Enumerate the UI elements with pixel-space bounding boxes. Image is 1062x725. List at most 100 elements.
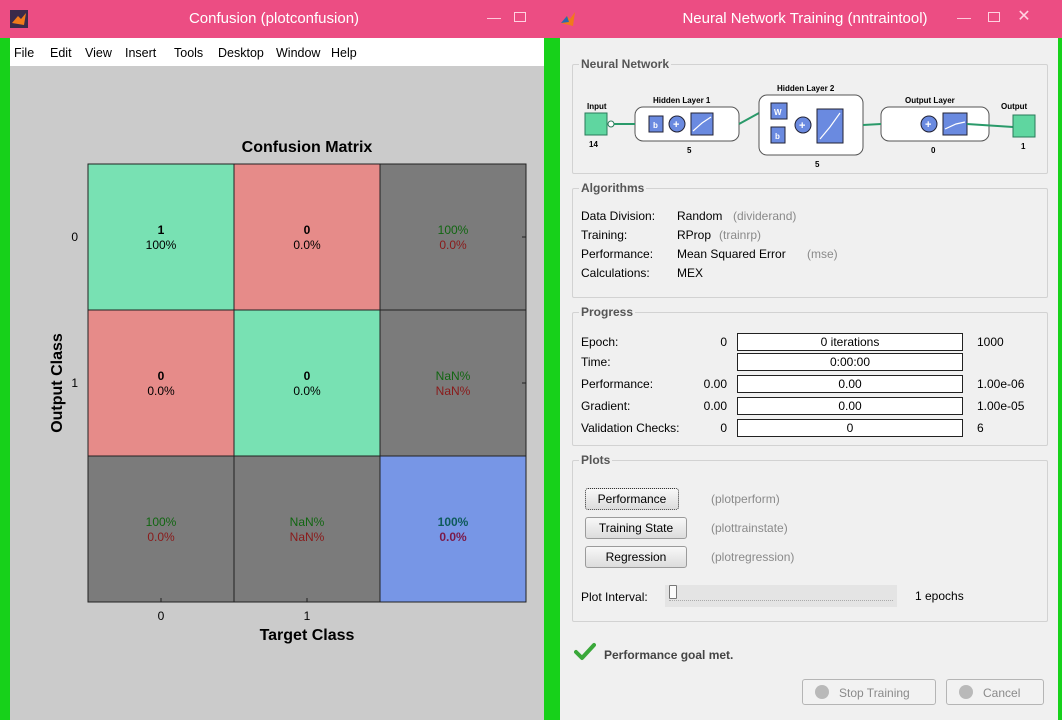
output-box	[1012, 114, 1036, 138]
minimize-icon[interactable]: —	[484, 9, 504, 25]
progress-label: Validation Checks:	[581, 421, 680, 435]
chart-title: Confusion Matrix	[242, 139, 373, 156]
checkmark-icon	[574, 643, 596, 660]
svg-text:b: b	[653, 121, 658, 130]
menu-window[interactable]: Window	[276, 46, 320, 60]
matrix-cell	[233, 163, 381, 311]
neural-network-group: Neural Network Input 14 Hidden Layer 1 b…	[572, 57, 1048, 174]
menu-file[interactable]: File	[14, 46, 34, 60]
cell-count: 0	[304, 223, 311, 237]
progress-start: 0.00	[703, 399, 727, 413]
regression-button[interactable]: Regression	[585, 546, 687, 568]
cell-correct-rate: NaN%	[290, 515, 325, 529]
section-title: Algorithms	[579, 181, 647, 195]
nntraintool-window: Neural Network Training (nntraintool) — …	[548, 0, 1062, 720]
algo-fn: (mse)	[807, 247, 838, 261]
performance-button[interactable]: Performance	[585, 488, 679, 510]
cancel-label: Cancel	[983, 686, 1021, 700]
matrix-cell	[233, 455, 381, 603]
progress-start: 0.00	[703, 377, 727, 391]
progress-label: Performance:	[581, 377, 654, 391]
algo-value: RProp	[677, 228, 712, 242]
section-title: Plots	[579, 453, 613, 467]
status-message: Performance goal met.	[604, 648, 734, 662]
progress-end: 1.00e-06	[977, 377, 1025, 391]
matrix-cell	[379, 455, 527, 603]
svg-text:W: W	[774, 108, 782, 117]
title-bar[interactable]: Neural Network Training (nntraintool) — …	[548, 0, 1062, 38]
plot-interval-slider[interactable]	[665, 585, 897, 607]
menu-desktop[interactable]: Desktop	[218, 46, 264, 60]
progress-label: Time:	[581, 355, 611, 369]
hidden1-label: Hidden Layer 1	[653, 96, 711, 105]
plot-fn: (plotperform)	[711, 492, 780, 506]
input-box	[584, 112, 608, 136]
menu-view[interactable]: View	[85, 46, 112, 60]
matrix-cell	[87, 455, 235, 603]
cell-count: 0	[304, 369, 311, 383]
performance-progress-bar: 0.00	[737, 375, 963, 393]
x-tick-label: 1	[304, 609, 311, 623]
input-label: Input	[587, 102, 607, 111]
cancel-icon	[959, 685, 973, 699]
matrix-cell	[379, 163, 527, 311]
hidden2-label: Hidden Layer 2	[777, 84, 835, 93]
figure-area: Confusion Matrix 1 100% 0 0.0% 100% 0.0% 0 0.0% 0…	[10, 66, 544, 720]
plot-interval-value: 1 epochs	[915, 589, 964, 603]
training-state-button[interactable]: Training State	[585, 517, 687, 539]
algo-value: MEX	[677, 266, 704, 280]
menu-insert[interactable]: Insert	[125, 46, 156, 60]
svg-text:+: +	[799, 120, 805, 132]
x-tick-label: 0	[158, 609, 165, 623]
stop-training-button[interactable]: Stop Training	[802, 679, 936, 705]
section-title: Progress	[579, 305, 636, 319]
output-layer-label: Output Layer	[905, 96, 955, 105]
cell-correct-rate: NaN%	[436, 369, 471, 383]
algo-label: Training:	[581, 228, 628, 242]
overall-error-rate: 0.0%	[439, 530, 467, 544]
plot-fn: (plotregression)	[711, 550, 795, 564]
stop-icon	[815, 685, 829, 699]
maximize-icon[interactable]	[984, 9, 1004, 25]
matrix-cell	[233, 309, 381, 457]
maximize-icon[interactable]	[510, 9, 530, 25]
plots-group: Plots Performance (plotperform) Training…	[572, 453, 1048, 622]
cell-percent: 100%	[146, 238, 177, 252]
menu-edit[interactable]: Edit	[50, 46, 72, 60]
cancel-button[interactable]: Cancel	[946, 679, 1044, 705]
cell-percent: 0.0%	[293, 384, 321, 398]
cell-count: 0	[158, 369, 165, 383]
algo-fn: (trainrp)	[719, 228, 762, 242]
cell-percent: 0.0%	[293, 238, 321, 252]
validation-progress-bar: 0	[737, 419, 963, 437]
confusion-window: Confusion (plotconfusion) — File Edit Vi…	[0, 0, 548, 720]
cell-percent: 0.0%	[147, 384, 175, 398]
cell-error-rate: 0.0%	[147, 530, 175, 544]
time-progress-bar: 0:00:00	[737, 353, 963, 371]
algorithms-group: Algorithms Data Division: Random (divide…	[572, 181, 1048, 298]
matrix-cell	[379, 309, 527, 457]
menu-help[interactable]: Help	[331, 46, 357, 60]
slider-thumb[interactable]	[669, 585, 677, 599]
algo-label: Performance:	[581, 247, 654, 261]
close-icon[interactable]: ✕	[1014, 9, 1034, 25]
output-layer-size: 0	[931, 146, 936, 155]
cell-error-rate: NaN%	[436, 384, 471, 398]
y-tick-label: 1	[71, 376, 78, 390]
y-axis-label: Output Class	[49, 333, 66, 433]
epoch-progress-bar: 0 iterations	[737, 333, 963, 351]
progress-start: 0	[720, 421, 727, 435]
y-tick-label: 0	[71, 230, 78, 244]
output-size: 1	[1021, 142, 1026, 151]
x-axis-label: Target Class	[260, 627, 355, 644]
menu-tools[interactable]: Tools	[174, 46, 203, 60]
minimize-icon[interactable]: —	[954, 9, 974, 25]
svg-text:+: +	[925, 119, 931, 131]
input-size: 14	[589, 140, 598, 149]
algo-label: Calculations:	[581, 266, 650, 280]
progress-end: 6	[977, 421, 984, 435]
cell-correct-rate: 100%	[438, 223, 469, 237]
algo-value: Random	[677, 209, 723, 223]
cell-error-rate: 0.0%	[439, 238, 467, 252]
title-bar[interactable]: Confusion (plotconfusion) —	[0, 0, 548, 38]
